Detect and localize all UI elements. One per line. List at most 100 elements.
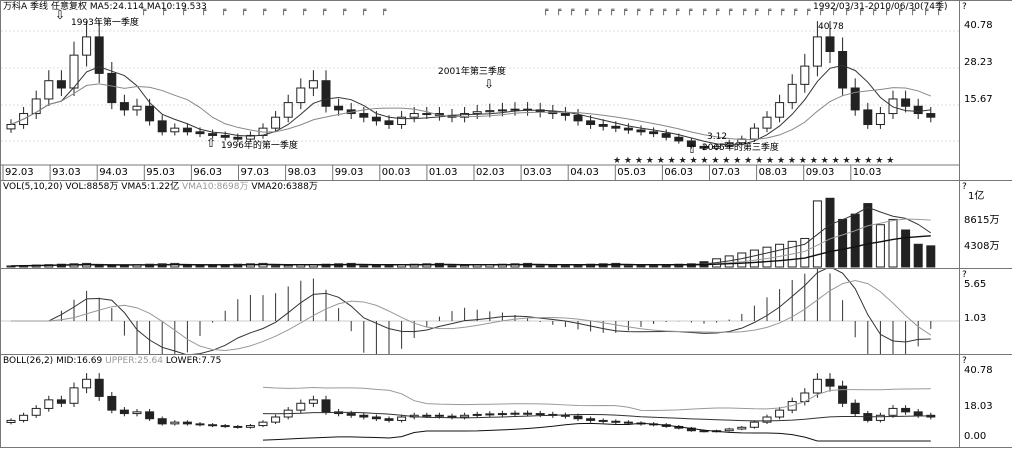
price-axis: 40.78 28.23 15.67 ? xyxy=(959,1,1012,180)
x-axis-label: 09.03 xyxy=(805,167,835,178)
volume-panel[interactable]: VOL(5,10,20) VOL:8858万 VMA5:1.22亿 VMA10:… xyxy=(0,180,1012,269)
x-axis-label: 93.03 xyxy=(52,167,81,178)
x-axis-label: 92.03 xyxy=(5,167,34,178)
help-icon[interactable]: ? xyxy=(962,270,967,280)
volume-axis: 1亿 8615万 4308万 ? xyxy=(959,181,1012,268)
volume-bar xyxy=(195,265,205,268)
boll-candle xyxy=(233,425,243,428)
price-axis-label: 28.23 xyxy=(964,57,993,68)
volume-chart[interactable] xyxy=(1,181,1012,270)
boll-candle xyxy=(182,421,192,425)
help-icon[interactable]: ? xyxy=(962,2,967,12)
event-flag-icon: ╒ xyxy=(727,6,733,16)
candle xyxy=(44,80,54,100)
annotation-2005q3: 2005年的第三季度 xyxy=(702,143,779,153)
macd-chart[interactable] xyxy=(1,269,1012,356)
candle xyxy=(875,113,885,126)
candle xyxy=(888,98,898,115)
event-flag-icon: ╒ xyxy=(714,6,720,16)
event-flag-icon: ╒ xyxy=(609,6,615,16)
candle xyxy=(850,87,860,111)
candle xyxy=(195,131,205,135)
candle xyxy=(674,136,684,142)
volume-bar xyxy=(875,224,885,268)
boll-lower-label: LOWER:7.75 xyxy=(165,356,222,366)
x-axis-label: 07.03 xyxy=(711,167,741,178)
volume-bar xyxy=(926,245,936,268)
boll-candle xyxy=(371,416,381,420)
date-range: 1992/03/31-2010/06/30(74季) xyxy=(813,2,948,12)
boll-candle xyxy=(812,378,822,394)
event-flag-icon: ╒ xyxy=(622,6,628,16)
boll-candle xyxy=(510,412,520,415)
candle xyxy=(233,136,243,140)
candle xyxy=(145,105,155,122)
price-chart[interactable]: ╒ ╒ ╒ ╒ ╒ ╒ ╒ ╒ ╒ ╒ ╒ ╒ ╒ ╒ ╒ ╒ ╒ ╒ ╒ ╒ ╒ ╒ ╒ ╒ ╒ ╒ ╒ ╒ ╒ ╒ ╒╒ ╒ ╒ ╒ ╒ ╒ ╒ ╒ ╒… xyxy=(1,1,1012,182)
event-flag-icon: ╒ xyxy=(741,6,747,16)
candle xyxy=(926,113,936,118)
macd-diff-line xyxy=(11,269,931,356)
boll-candle xyxy=(31,407,41,416)
macd-axis-label: 5.65 xyxy=(964,279,987,290)
boll-lower-line xyxy=(262,422,931,442)
candle xyxy=(838,51,848,89)
boll-candle xyxy=(586,418,596,421)
x-axis-label: 01.03 xyxy=(428,167,458,178)
candle xyxy=(661,133,671,138)
x-axis-label: 06.03 xyxy=(664,167,694,178)
boll-candle xyxy=(308,399,318,404)
x-axis-label: 03.03 xyxy=(523,167,552,178)
boll-candle xyxy=(94,378,104,397)
boll-candle xyxy=(359,414,369,418)
boll-candle xyxy=(850,402,860,415)
volume-bar xyxy=(623,265,633,268)
ma5-label: MA5:24.114 xyxy=(89,2,144,12)
event-stars: ★ ★ ★ ★ ★ ★ ★ ★ ★ ★ ★ ★ ★ ★ ★ ★ ★ ★ ★ ★ … xyxy=(613,156,895,166)
annotation-1993q1: 1993年第一季度 xyxy=(71,18,139,28)
x-axis-label: 05.03 xyxy=(617,167,646,178)
candle xyxy=(182,127,192,133)
boll-candle xyxy=(434,414,444,417)
candle xyxy=(283,102,293,118)
ma10-label: MA10:19.533 xyxy=(146,2,207,12)
volume-axis-label: 1亿 xyxy=(968,191,985,202)
boll-candle xyxy=(107,395,117,411)
help-icon[interactable]: ? xyxy=(962,356,967,366)
candle xyxy=(384,120,394,125)
candle xyxy=(573,114,583,122)
boll-candle xyxy=(560,414,570,417)
boll-candle xyxy=(598,419,608,422)
macd-panel[interactable]: 5.65 1.03 ? xyxy=(0,268,1012,356)
volume-bar xyxy=(901,229,911,268)
candle xyxy=(825,36,835,53)
help-icon[interactable]: ? xyxy=(962,182,967,192)
volume-bar xyxy=(863,203,873,268)
boll-axis-label: 40.78 xyxy=(964,365,993,376)
vma5-label: VMA5:1.22亿 xyxy=(121,182,180,192)
event-flag-icon: ╒ xyxy=(301,6,307,16)
boll-candle xyxy=(245,425,255,428)
boll-candle xyxy=(535,413,545,416)
candle xyxy=(497,109,507,112)
volume-bar xyxy=(548,265,558,268)
boll-candle xyxy=(422,414,432,417)
x-axis-label: 96.03 xyxy=(193,167,223,178)
down-arrow-icon: ⇩ xyxy=(55,8,66,22)
boll-candle xyxy=(195,423,205,426)
event-flag-icon: ╒ xyxy=(569,6,575,16)
boll-candle xyxy=(901,407,911,413)
boll-candle xyxy=(460,414,470,418)
price-panel[interactable]: ╒ ╒ ╒ ╒ ╒ ╒ ╒ ╒ ╒ ╒ ╒ ╒ ╒ ╒ ╒ ╒ ╒ ╒ ╒ ╒ ╒ ╒ ╒ ╒ ╒ ╒ ╒ ╒ ╒ ╒ ╒ ╒ ╒ ╒ ╒ ╒ ╒ ╒ ╒ ╒… xyxy=(0,0,1012,182)
up-arrow-icon: ⇧ xyxy=(206,136,217,150)
boll-candle xyxy=(775,409,785,418)
volume-header: VOL(5,10,20) VOL:8858万 VMA5:1.22亿 VMA10:… xyxy=(3,182,318,193)
stock-name: 万科A xyxy=(3,2,28,12)
candle xyxy=(649,131,659,135)
candle xyxy=(901,98,911,107)
event-flag-icon: ╒ xyxy=(766,6,772,16)
event-flag-icon: ╒ xyxy=(281,6,287,16)
boll-panel[interactable]: BOLL(26,2) MID:16.69 UPPER:25.64 LOWER:7… xyxy=(0,354,1012,448)
boll-chart[interactable] xyxy=(1,355,1012,449)
boll-candle xyxy=(321,399,331,413)
boll-title: BOLL(26,2) xyxy=(3,356,54,366)
